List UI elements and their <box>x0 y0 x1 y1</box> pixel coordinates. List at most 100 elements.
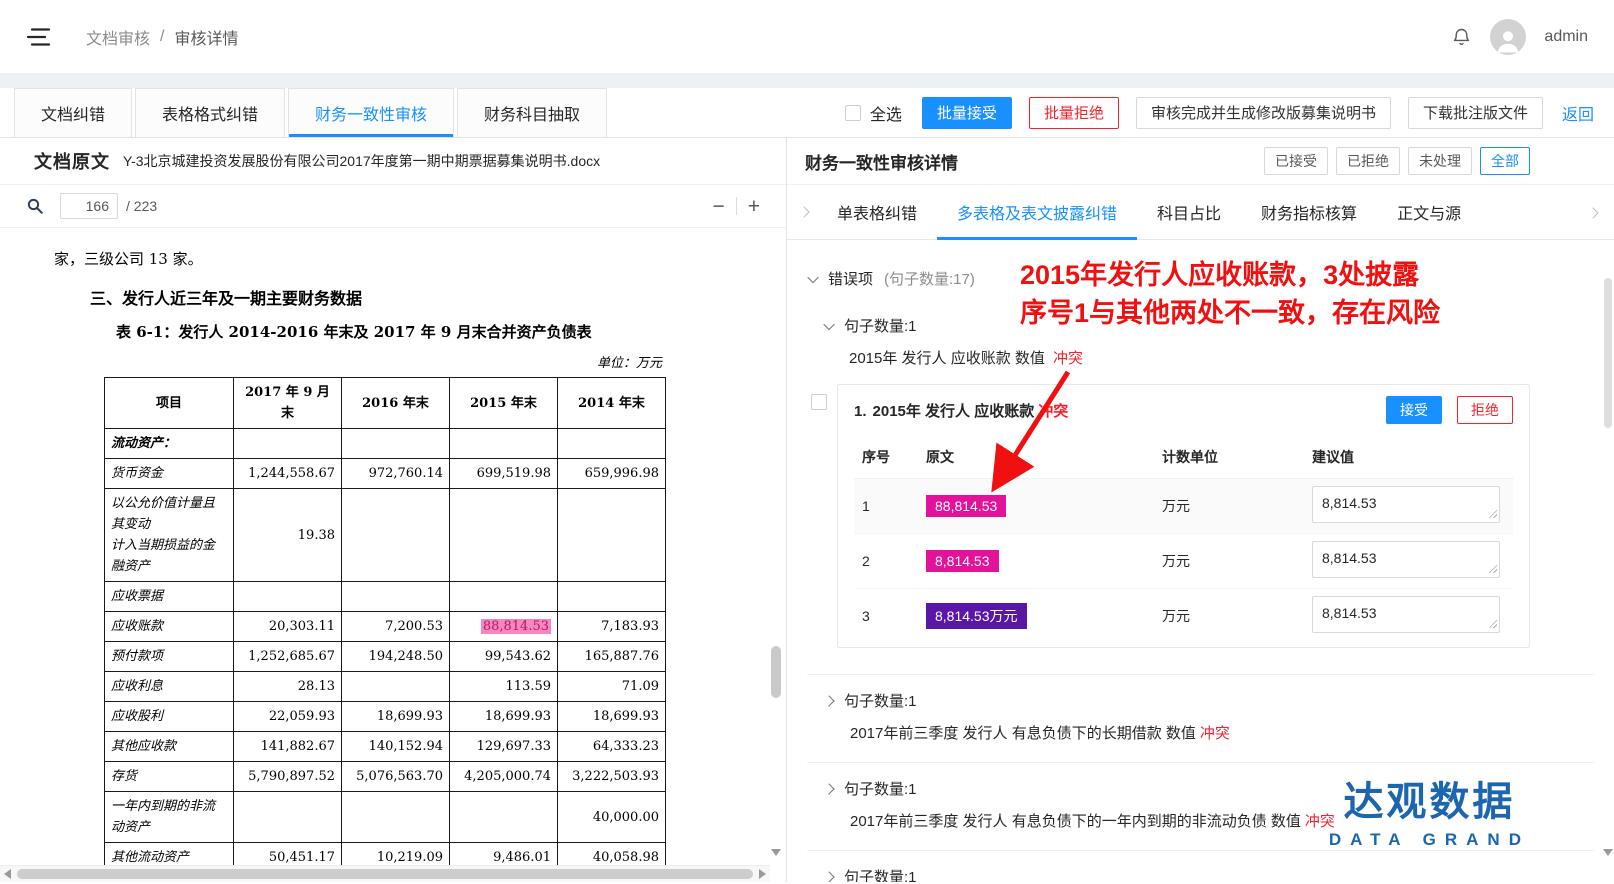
doc-section-heading: 三、发行人近三年及一期主要财务数据 <box>90 285 746 309</box>
original-value-chip[interactable]: 88,814.53 <box>926 495 1006 517</box>
review-panel: 财务一致性审核详情 已接受已拒绝未处理全部 单表格纠错多表格及表文披露纠错科目占… <box>787 138 1614 882</box>
issue-card-actions: 接受 拒绝 <box>1386 396 1513 424</box>
error-item-desc: 2017年前三季度 发行人 有息负债下的长期借款 数值冲突 <box>850 722 1594 743</box>
error-item-header[interactable]: 句子数量:1 <box>825 690 1594 711</box>
card-table-header-cell: 序号 <box>854 436 918 479</box>
doc-table-value-cell <box>342 792 450 843</box>
doc-table-header-cell: 项目 <box>105 378 234 429</box>
scroll-down-arrow-icon[interactable] <box>1603 856 1613 874</box>
document-horizontal-scrollbar[interactable] <box>0 865 770 882</box>
chevron-down-icon[interactable] <box>807 271 818 282</box>
back-link[interactable]: 返回 <box>1562 101 1594 125</box>
hscroll-thumb[interactable] <box>17 869 753 879</box>
chevron-right-icon[interactable] <box>823 783 834 794</box>
review-tab[interactable]: 单表格纠错 <box>817 185 937 240</box>
avatar[interactable] <box>1490 19 1526 55</box>
sentence-group-header[interactable]: 句子数量:1 <box>825 315 1614 336</box>
doc-table-value-cell <box>558 429 666 459</box>
row-index: 1 <box>854 479 918 534</box>
scroll-left-arrow-icon[interactable] <box>4 869 11 879</box>
doc-table-label-cell: 一年内到期的非流动资产 <box>105 792 234 843</box>
menu-toggle-icon[interactable] <box>26 27 52 47</box>
document-vertical-scrollbar[interactable] <box>771 230 781 858</box>
select-all-checkbox[interactable] <box>845 105 861 121</box>
review-vertical-scrollbar[interactable] <box>1604 244 1612 856</box>
status-filter-button[interactable]: 全部 <box>1480 147 1530 175</box>
error-item-header[interactable]: 句子数量:1 <box>825 778 1594 799</box>
doc-table-value-cell: 18,699.93 <box>450 702 558 732</box>
doc-table-value-cell <box>450 489 558 582</box>
doc-table-value-cell: 4,205,000.74 <box>450 762 558 792</box>
suggestion-input[interactable] <box>1312 596 1500 633</box>
batch-reject-button[interactable]: 批量拒绝 <box>1029 97 1119 129</box>
zoom-out-button[interactable]: − <box>712 196 724 217</box>
chevron-right-icon[interactable] <box>823 871 834 882</box>
doc-table-value-cell: 194,248.50 <box>342 642 450 672</box>
scroll-down-arrow-icon[interactable] <box>771 856 781 874</box>
review-tab[interactable]: 财务指标核算 <box>1241 185 1377 240</box>
batch-accept-button[interactable]: 批量接受 <box>922 97 1012 129</box>
status-filter-button[interactable]: 已拒绝 <box>1336 147 1400 175</box>
card-table-row: 38,814.53万元万元 <box>854 589 1513 644</box>
review-tab[interactable]: 科目占比 <box>1137 185 1241 240</box>
complete-generate-button[interactable]: 审核完成并生成修改版募集说明书 <box>1136 97 1391 129</box>
doc-table-value-cell: 88,814.53 <box>450 612 558 642</box>
notification-bell-icon[interactable] <box>1451 25 1472 48</box>
suggestion-input[interactable] <box>1312 486 1500 523</box>
download-annotated-button[interactable]: 下载批注版文件 <box>1408 97 1543 129</box>
doc-table-row: 其他应收款141,882.67140,152.94129,697.3364,33… <box>105 732 666 762</box>
review-tabs: 单表格纠错多表格及表文披露纠错科目占比财务指标核算正文与源 <box>787 185 1614 240</box>
doc-table-label-cell: 存货 <box>105 762 234 792</box>
breadcrumb-doc-review[interactable]: 文档审核 <box>86 25 150 49</box>
reject-button[interactable]: 拒绝 <box>1457 396 1513 424</box>
card-table-body: 188,814.53万元28,814.53万元38,814.53万元万元 <box>854 479 1513 644</box>
chevron-right-icon[interactable] <box>823 695 834 706</box>
original-value-cell: 8,814.53 <box>918 534 1154 589</box>
magnifier-icon[interactable] <box>26 197 44 215</box>
doc-table-label-cell: 流动资产： <box>105 429 234 459</box>
chevron-down-icon[interactable] <box>823 318 834 329</box>
accept-button[interactable]: 接受 <box>1386 396 1442 424</box>
breadcrumb-separator: / <box>160 28 164 46</box>
mode-tab[interactable]: 财务一致性审核 <box>288 88 454 137</box>
scroll-right-arrow-icon[interactable] <box>759 869 766 879</box>
status-filter-button[interactable]: 未处理 <box>1408 147 1472 175</box>
doc-paragraph: 家，三级公司 13 家。 <box>54 248 746 269</box>
status-filter-button[interactable]: 已接受 <box>1264 147 1328 175</box>
vscroll-thumb[interactable] <box>771 646 781 698</box>
doc-table-caption: 表 6-1：发行人 2014-2016 年末及 2017 年 9 月末合并资产负… <box>116 321 746 342</box>
doc-table-value-cell: 40,000.00 <box>558 792 666 843</box>
vscroll-thumb[interactable] <box>1604 278 1612 428</box>
username[interactable]: admin <box>1544 28 1588 46</box>
issue-checkbox[interactable] <box>811 394 827 410</box>
zoom-in-button[interactable]: + <box>748 196 760 217</box>
error-group-count: (句子数量:17) <box>884 268 975 289</box>
doc-table-label-cell: 应收股利 <box>105 702 234 732</box>
error-group-header[interactable]: 错误项 (句子数量:17) <box>809 268 1614 289</box>
tabs-scroll-left-icon[interactable] <box>791 208 817 216</box>
page-number-input[interactable] <box>60 193 118 219</box>
original-value-chip[interactable]: 8,814.53 <box>926 550 999 572</box>
doc-table-value-cell <box>450 429 558 459</box>
error-item-header[interactable]: 句子数量:1 <box>825 866 1594 882</box>
review-tab[interactable]: 正文与源 <box>1377 185 1481 240</box>
tabs-scroll-right-icon[interactable] <box>1580 185 1606 240</box>
doc-table-value-cell <box>342 489 450 582</box>
mode-tab[interactable]: 表格格式纠错 <box>135 88 285 137</box>
doc-table-value-cell: 972,760.14 <box>342 459 450 489</box>
suggestion-input[interactable] <box>1312 541 1500 578</box>
suggestion-cell <box>1304 479 1513 534</box>
error-item: 句子数量:12017年前三季度 发行人 有息负债下的一年内到期的非流动负债 数值… <box>807 762 1594 850</box>
doc-table-value-cell: 129,697.33 <box>450 732 558 762</box>
unit-cell: 万元 <box>1154 589 1304 644</box>
doc-table-label-cell: 预付款项 <box>105 642 234 672</box>
doc-table-label-cell: 应收利息 <box>105 672 234 702</box>
highlighted-value: 88,814.53 <box>481 619 551 634</box>
mode-tab[interactable]: 财务科目抽取 <box>457 88 607 137</box>
mode-tab[interactable]: 文档纠错 <box>14 88 132 137</box>
conflict-label: 冲突 <box>1305 813 1335 830</box>
select-all[interactable]: 全选 <box>845 88 902 137</box>
original-value-chip[interactable]: 8,814.53万元 <box>926 603 1027 629</box>
doc-table-body: 流动资产：货币资金1,244,558.67972,760.14699,519.9… <box>105 429 666 883</box>
review-tab[interactable]: 多表格及表文披露纠错 <box>937 185 1137 240</box>
